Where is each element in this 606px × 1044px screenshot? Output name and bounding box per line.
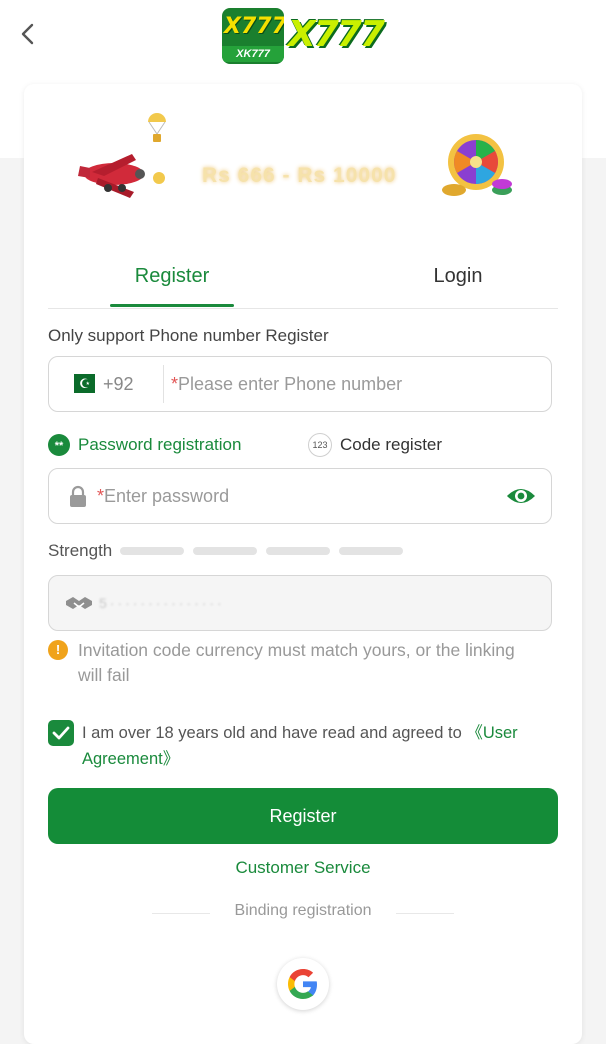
code-register-label: Code register [340, 435, 443, 454]
binding-registration-label: Binding registration [234, 902, 372, 919]
auth-tabs: Register Login [48, 256, 558, 309]
strength-label: Strength [48, 541, 113, 560]
airplane-icon [78, 154, 145, 198]
strength-bar [266, 547, 331, 555]
google-login-button[interactable] [277, 958, 329, 1010]
back-button[interactable] [14, 20, 42, 48]
coin-icon [153, 172, 165, 184]
promo-banner: Rs 666 - Rs 10000 [24, 84, 582, 224]
password-registration-option[interactable]: ** Password registration [48, 430, 241, 460]
password-placeholder-text: Enter password [104, 486, 230, 506]
checkmark-icon [52, 726, 70, 740]
country-code[interactable]: +92 [103, 357, 134, 411]
code-register-option[interactable]: 123 Code register [308, 430, 442, 460]
warning-icon: ! [48, 640, 68, 660]
phone-only-hint: Only support Phone number Register [48, 326, 329, 345]
divider [163, 365, 164, 403]
agreement-checkbox[interactable] [48, 720, 74, 746]
tab-register[interactable]: Register [110, 256, 234, 308]
strength-bar [339, 547, 404, 555]
agreement-statement: I am over 18 years old and have read and… [82, 724, 467, 742]
strength-bar [193, 547, 258, 555]
binding-registration-divider: Binding registration [152, 902, 454, 924]
agreement-text: I am over 18 years old and have read and… [82, 720, 552, 772]
phone-placeholder-text: Please enter Phone number [178, 374, 403, 394]
strength-bar [120, 547, 185, 555]
required-mark: * [171, 374, 179, 394]
lock-icon [70, 485, 86, 507]
handshake-icon [66, 597, 92, 609]
password-strength-meter: Strength [48, 540, 412, 562]
chevron-left-icon [21, 23, 34, 45]
invitation-code-value: 5··············· [99, 595, 225, 611]
logo-badge-sub: XK777 [222, 46, 284, 62]
registration-mode-selector: ** Password registration 123 Code regist… [48, 430, 558, 460]
logo-text: X777 [288, 14, 385, 55]
logo-badge: X777 XK777 [222, 8, 284, 64]
password-mode-icon: ** [48, 434, 70, 456]
prize-wheel-icon [442, 134, 512, 196]
notice-text: Invitation code currency must match your… [78, 640, 515, 685]
app-logo: X777 XK777 X777 [222, 6, 386, 64]
eye-icon[interactable] [505, 484, 537, 508]
pakistan-flag-icon: ☪ [67, 374, 95, 393]
divider-line [396, 913, 454, 914]
customer-service-link[interactable]: Customer Service [24, 858, 582, 878]
invitation-code-input[interactable]: 5··············· [48, 575, 552, 631]
required-mark: * [97, 486, 105, 506]
password-registration-label: Password registration [78, 435, 242, 454]
parachute-icon [148, 113, 166, 142]
register-card: Rs 666 - Rs 10000 Register Login Only su… [24, 84, 582, 1044]
register-button[interactable]: Register [48, 788, 558, 844]
phone-input[interactable]: ☪ +92 *Please enter Phone number [48, 356, 552, 412]
logo-badge-text: X777 [224, 14, 284, 39]
banner-amount: Rs 666 - Rs 10000 [202, 164, 397, 187]
phone-placeholder: *Please enter Phone number [171, 357, 402, 411]
password-placeholder: *Enter password [97, 469, 229, 523]
active-tab-indicator [110, 304, 234, 307]
tab-login[interactable]: Login [358, 256, 558, 308]
code-mode-icon: 123 [308, 433, 332, 457]
google-icon [288, 969, 317, 999]
password-input[interactable]: *Enter password [48, 468, 552, 524]
